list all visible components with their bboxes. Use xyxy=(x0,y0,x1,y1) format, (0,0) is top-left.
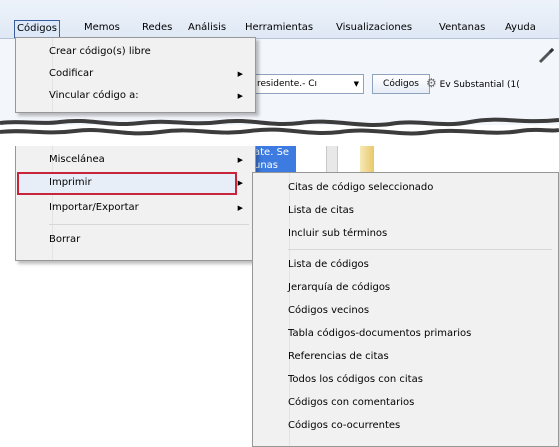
menu-separator xyxy=(49,224,249,225)
chevron-down-icon: ▼ xyxy=(353,80,359,88)
triangle-right-icon: ▶ xyxy=(237,179,243,187)
submenu-item-lista-codigos[interactable]: Lista de códigos xyxy=(288,255,548,275)
gear-icon: ⚙ xyxy=(426,76,437,90)
menu-item-label: Importar/Exportar xyxy=(49,202,139,213)
menu-item-label: Codificar xyxy=(49,68,94,79)
triangle-right-icon: ▶ xyxy=(237,70,243,78)
imprimir-submenu: Citas de código seleccionado Lista de ci… xyxy=(252,172,559,447)
submenu-item-lista-citas[interactable]: Lista de citas xyxy=(288,201,548,221)
menu-item-vincular-codigo[interactable]: Vincular código a: ▶ xyxy=(49,86,249,106)
menu-item-codificar[interactable]: Codificar ▶ xyxy=(49,64,249,84)
menu-gutter xyxy=(16,38,53,112)
substantial-button[interactable]: ⚙ Ev Substantial (1( xyxy=(426,74,520,92)
menu-gutter xyxy=(16,146,53,260)
menu-item-borrar[interactable]: Borrar xyxy=(49,230,249,250)
submenu-item-referencias[interactable]: Referencias de citas xyxy=(288,347,548,367)
codigos-menu-bottom: Miscelánea ▶ Imprimir ▶ Importar/Exporta… xyxy=(15,146,256,261)
submenu-item-jerarquia[interactable]: Jerarquía de códigos xyxy=(288,278,548,298)
menu-ventanas[interactable]: Ventanas xyxy=(437,20,487,36)
menu-item-label: Crear código(s) libre xyxy=(49,46,151,57)
menu-item-imprimir[interactable]: Imprimir ▶ xyxy=(49,173,249,193)
menu-item-label: Imprimir xyxy=(49,177,92,188)
submenu-item-citas-codigo[interactable]: Citas de código seleccionado xyxy=(288,178,548,198)
triangle-right-icon: ▶ xyxy=(237,204,243,212)
menu-item-label: Vincular código a: xyxy=(49,90,139,101)
submenu-item-incluir-sub[interactable]: Incluir sub términos xyxy=(288,224,548,244)
menu-item-importar-exportar[interactable]: Importar/Exportar ▶ xyxy=(49,198,249,218)
menu-item-label: Miscelánea xyxy=(49,154,105,165)
triangle-right-icon: ▶ xyxy=(237,92,243,100)
highlight-line-2: unas xyxy=(252,159,296,172)
menu-gutter xyxy=(253,173,290,446)
menu-item-miscelanea[interactable]: Miscelánea ▶ xyxy=(49,150,249,170)
submenu-item-tabla[interactable]: Tabla códigos-documentos primarios xyxy=(288,324,548,344)
menu-ayuda[interactable]: Ayuda xyxy=(503,20,538,36)
submenu-separator xyxy=(288,249,552,250)
menubar: Códigos Memos Redes Análisis Herramienta… xyxy=(0,0,559,39)
triangle-right-icon: ▶ xyxy=(237,156,243,164)
torn-edge-divider xyxy=(0,110,559,146)
highlighted-text[interactable]: ate. Se unas xyxy=(252,146,296,172)
menu-item-crear-codigo[interactable]: Crear código(s) libre xyxy=(49,42,249,62)
menu-redes[interactable]: Redes xyxy=(140,20,174,36)
menu-analisis[interactable]: Análisis xyxy=(186,20,228,36)
submenu-item-co-ocurrentes[interactable]: Códigos co-ocurrentes xyxy=(288,416,548,436)
menu-visualizaciones[interactable]: Visualizaciones xyxy=(334,20,414,36)
menu-item-label: Borrar xyxy=(49,234,81,245)
substantial-label: Ev Substantial (1( xyxy=(439,80,520,90)
document-combo[interactable]: residente.- Cı ▼ xyxy=(252,74,364,94)
pencil-icon[interactable] xyxy=(536,45,556,65)
submenu-item-vecinos[interactable]: Códigos vecinos xyxy=(288,301,548,321)
codes-button[interactable]: Códigos xyxy=(372,74,430,94)
document-combo-value: residente.- Cı xyxy=(257,79,318,89)
highlight-line-1: ate. Se xyxy=(252,146,296,159)
menu-herramientas[interactable]: Herramientas xyxy=(243,20,315,36)
menu-codigos[interactable]: Códigos xyxy=(14,20,60,38)
menu-memos[interactable]: Memos xyxy=(82,20,122,36)
codigos-menu-top: Crear código(s) libre Codificar ▶ Vincul… xyxy=(15,37,256,113)
submenu-item-comentarios[interactable]: Códigos con comentarios xyxy=(288,393,548,413)
submenu-item-todos-codigos[interactable]: Todos los códigos con citas xyxy=(288,370,548,390)
